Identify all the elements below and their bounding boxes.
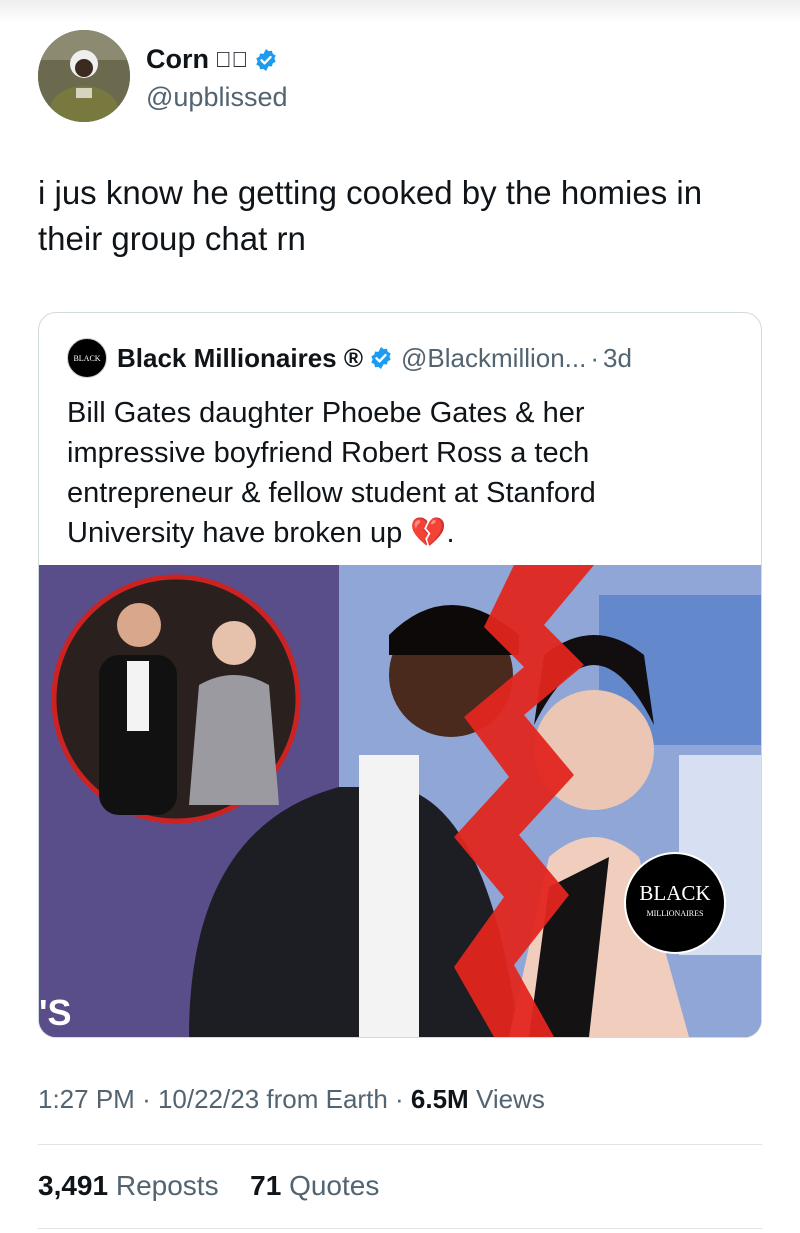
tweet-date[interactable]: 10/22/23	[158, 1084, 259, 1114]
reposts-count: 3,491	[38, 1170, 109, 1201]
quoted-name[interactable]: Black Millionaires ®	[117, 343, 363, 374]
watermark-title: BLACK	[639, 881, 711, 905]
quoted-image[interactable]: 'S BLACK MILLIONAIRES	[39, 565, 761, 1037]
meta-separator: ·	[142, 1084, 158, 1114]
reposts-label: Reposts	[115, 1170, 219, 1201]
quotes-count: 71	[250, 1170, 282, 1201]
top-fade	[0, 0, 800, 22]
tweet-source: from Earth	[266, 1084, 388, 1114]
views-label: Views	[475, 1084, 545, 1114]
tweet-time[interactable]: 1:27 PM	[38, 1084, 135, 1114]
meta-separator: ·	[395, 1084, 411, 1114]
divider	[38, 1144, 762, 1145]
sparkle-icon: ✧⃟	[215, 46, 248, 72]
quoted-header: BLACK Black Millionaires ® @Blackmillion…	[67, 338, 632, 378]
quoted-avatar-text: BLACK	[73, 353, 101, 363]
quoted-avatar[interactable]: BLACK	[67, 338, 107, 378]
author-name: Corn	[146, 44, 209, 74]
quoted-separator: ·	[590, 342, 600, 373]
author-handle[interactable]: @upblissed	[146, 82, 288, 113]
verified-badge-icon	[254, 48, 278, 72]
avatar[interactable]	[38, 30, 130, 122]
quoted-age[interactable]: 3d	[603, 343, 632, 374]
tweet-meta: 1:27 PM · 10/22/23 from Earth · 6.5M Vie…	[38, 1084, 545, 1115]
reposts-link[interactable]: 3,491 Reposts	[38, 1170, 226, 1201]
tweet-text: i jus know he getting cooked by the homi…	[38, 174, 703, 257]
quoted-text: Bill Gates daughter Phoebe Gates & her i…	[67, 397, 596, 549]
svg-text:'S: 'S	[39, 992, 72, 1033]
tweet-stats: 3,491 Reposts 71 Quotes	[38, 1170, 379, 1202]
watermark-subtitle: MILLIONAIRES	[646, 909, 704, 918]
verified-badge-icon	[369, 346, 393, 370]
quoted-handle[interactable]: @Blackmillion...	[401, 343, 586, 374]
quoted-photo: 'S	[39, 565, 761, 1037]
quotes-label: Quotes	[289, 1170, 380, 1201]
quotes-link[interactable]: 71 Quotes	[250, 1170, 379, 1201]
divider	[38, 1228, 762, 1229]
avatar-image	[38, 30, 130, 122]
views-count: 6.5M	[410, 1084, 469, 1114]
author-name-row[interactable]: Corn ✧⃟	[146, 44, 278, 75]
quoted-tweet[interactable]: BLACK Black Millionaires ® @Blackmillion…	[38, 312, 762, 1038]
